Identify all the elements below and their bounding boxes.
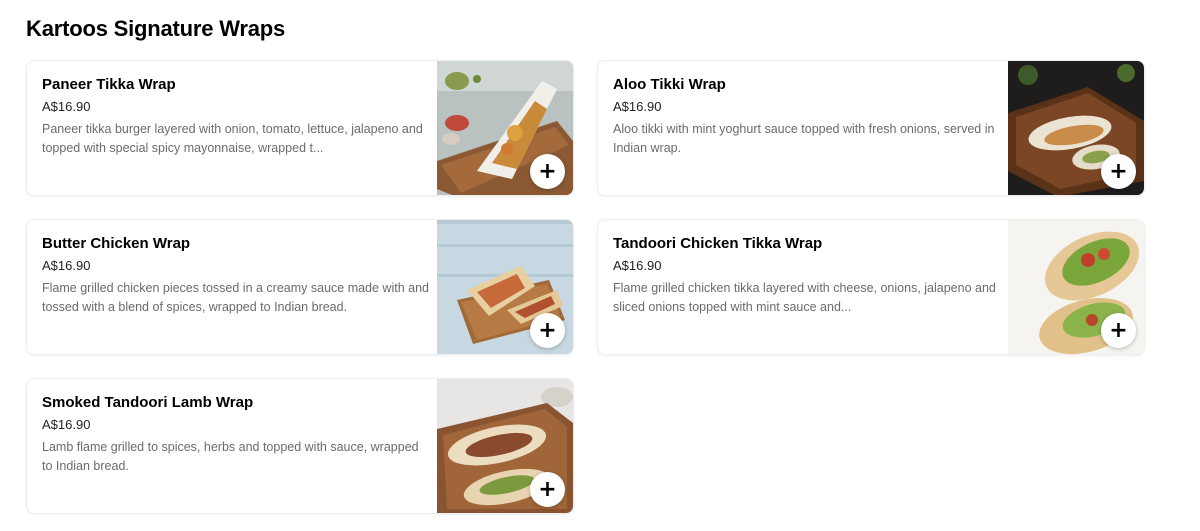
menu-item-image[interactable]: + (1008, 61, 1144, 195)
menu-item-price: A$16.90 (42, 99, 91, 114)
menu-item-card[interactable]: Paneer Tikka Wrap A$16.90 Paneer tikka b… (26, 60, 574, 196)
menu-item-name: Paneer Tikka Wrap (42, 76, 176, 93)
add-to-cart-button[interactable]: + (1101, 313, 1136, 348)
menu-item-name: Aloo Tikki Wrap (613, 76, 726, 93)
menu-item-name: Tandoori Chicken Tikka Wrap (613, 235, 823, 252)
section-title: Kartoos Signature Wraps (26, 16, 286, 41)
add-to-cart-button[interactable]: + (530, 313, 565, 348)
menu-item-info: Paneer Tikka Wrap A$16.90 Paneer tikka b… (42, 75, 432, 158)
menu-item-info: Butter Chicken Wrap A$16.90 Flame grille… (42, 234, 432, 317)
menu-item-card[interactable]: Aloo Tikki Wrap A$16.90 Aloo tikki with … (597, 60, 1145, 196)
menu-item-name: Butter Chicken Wrap (42, 235, 191, 252)
add-to-cart-button[interactable]: + (1101, 154, 1136, 189)
menu-item-description: Flame grilled chicken tikka layered with… (613, 281, 996, 314)
menu-item-info: Tandoori Chicken Tikka Wrap A$16.90 Flam… (613, 234, 1003, 317)
menu-item-description: Aloo tikki with mint yoghurt sauce toppe… (613, 122, 995, 155)
menu-item-price: A$16.90 (613, 99, 662, 114)
add-to-cart-button[interactable]: + (530, 472, 565, 507)
add-to-cart-button[interactable]: + (530, 154, 565, 189)
menu-item-info: Aloo Tikki Wrap A$16.90 Aloo tikki with … (613, 75, 1003, 158)
menu-item-card[interactable]: Smoked Tandoori Lamb Wrap A$16.90 Lamb f… (26, 378, 574, 514)
menu-item-description: Lamb flame grilled to spices, herbs and … (42, 440, 419, 473)
menu-item-description: Flame grilled chicken pieces tossed in a… (42, 281, 429, 314)
menu-item-image[interactable]: + (437, 61, 573, 195)
menu-item-card[interactable]: Butter Chicken Wrap A$16.90 Flame grille… (26, 219, 574, 355)
menu-item-name: Smoked Tandoori Lamb Wrap (42, 394, 254, 411)
menu-item-price: A$16.90 (42, 417, 91, 432)
menu-item-image[interactable]: + (1008, 220, 1144, 354)
menu-item-card[interactable]: Tandoori Chicken Tikka Wrap A$16.90 Flam… (597, 219, 1145, 355)
menu-item-image[interactable]: + (437, 379, 573, 513)
menu-item-image[interactable]: + (437, 220, 573, 354)
menu-item-price: A$16.90 (42, 258, 91, 273)
menu-item-info: Smoked Tandoori Lamb Wrap A$16.90 Lamb f… (42, 393, 432, 476)
menu-item-price: A$16.90 (613, 258, 662, 273)
menu-item-description: Paneer tikka burger layered with onion, … (42, 122, 423, 155)
